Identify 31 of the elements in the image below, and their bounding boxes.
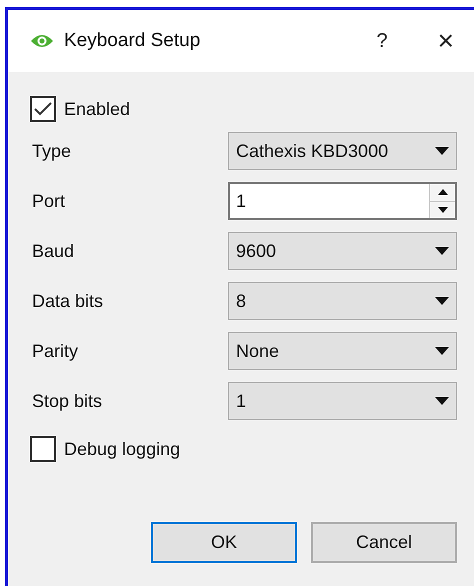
- caret-icon: [435, 147, 449, 155]
- dropdown[interactable]: None: [228, 332, 457, 370]
- help-button[interactable]: ?: [376, 26, 388, 56]
- cancel-button[interactable]: Cancel: [311, 522, 457, 563]
- caret-icon: [435, 297, 449, 305]
- checkbox-label: Enabled: [64, 98, 130, 120]
- field-label: Type: [31, 140, 72, 163]
- caret-icon: [435, 347, 449, 355]
- dropdown[interactable]: 8: [228, 282, 457, 320]
- field-label: Parity: [31, 340, 80, 363]
- spin-field[interactable]: 1: [228, 182, 457, 220]
- ok-button[interactable]: OK: [151, 522, 297, 563]
- field-label: Baud: [31, 240, 76, 262]
- field-label: Port: [31, 190, 66, 212]
- dropdown[interactable]: 1: [228, 382, 457, 420]
- up-arrow-icon: [438, 189, 448, 196]
- field-label: Data bits: [31, 290, 104, 312]
- caret-icon: [435, 247, 449, 255]
- field-label: Stop bits: [31, 390, 104, 413]
- window-title: Keyboard Setup: [64, 28, 200, 53]
- down-arrow-icon: [438, 206, 448, 213]
- check-icon: [34, 102, 52, 116]
- checkbox[interactable]: [30, 436, 56, 462]
- dropdown[interactable]: 9600: [228, 232, 457, 270]
- close-button[interactable]: ×: [438, 27, 454, 55]
- spin-buttons[interactable]: [429, 184, 455, 218]
- caret-icon: [435, 397, 449, 405]
- eye-icon: [30, 33, 54, 49]
- checkbox-label: Debug logging: [64, 438, 180, 461]
- checkbox[interactable]: [30, 96, 56, 122]
- dropdown[interactable]: Cathexis KBD3000: [228, 132, 457, 170]
